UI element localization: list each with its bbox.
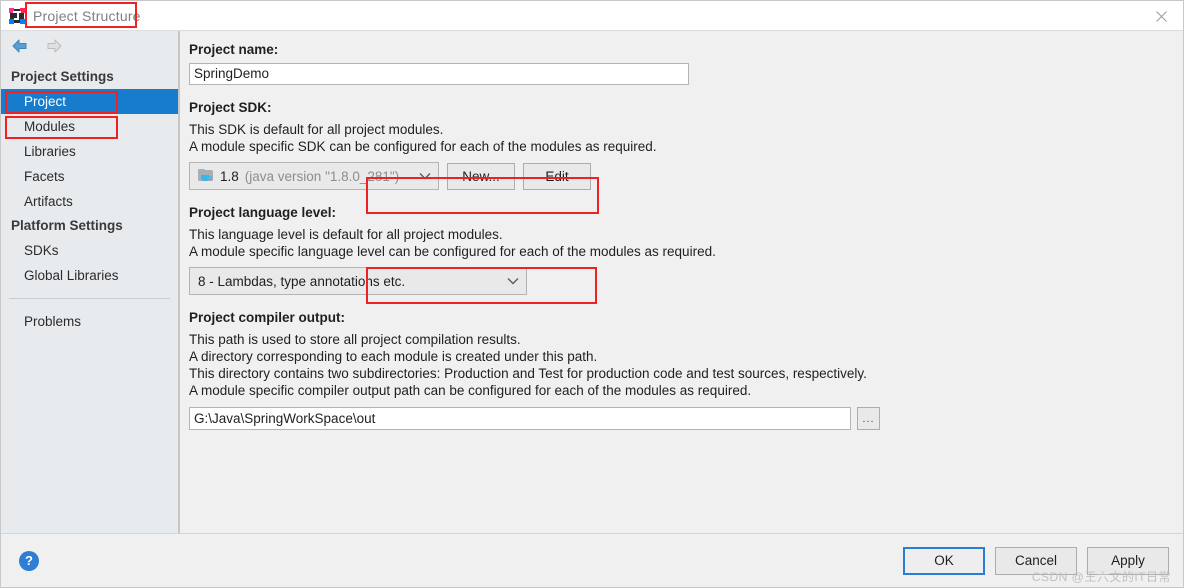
project-sdk-desc-2: A module specific SDK can be configured …	[189, 139, 657, 154]
language-level-desc-2: A module specific language level can be …	[189, 244, 716, 259]
ok-button[interactable]: OK	[903, 546, 985, 575]
compiler-output-input[interactable]: G:\Java\SpringWorkSpace\out	[189, 407, 851, 430]
sidebar-item-global-libraries[interactable]: Global Libraries	[1, 263, 178, 288]
close-glyph	[1155, 10, 1167, 22]
sidebar-group-platform-settings: Platform Settings	[11, 218, 123, 233]
project-sdk-value: 1.8 (java version "1.8.0_281")	[190, 169, 412, 184]
language-level-desc-1: This language level is default for all p…	[189, 227, 503, 242]
language-level-combobox[interactable]: 8 - Lambdas, type annotations etc.	[189, 267, 527, 295]
project-structure-dialog: Project Structure Project Settings Proje…	[0, 0, 1184, 588]
sidebar-item-modules[interactable]: Modules	[1, 114, 178, 139]
language-level-section: Project language level: This language le…	[189, 204, 1165, 295]
compiler-output-section: Project compiler output: This path is us…	[189, 309, 1165, 430]
project-name-label: Project name:	[189, 42, 279, 57]
sidebar: Project Settings Project Modules Librari…	[1, 31, 180, 533]
project-sdk-combobox[interactable]: 1.8 (java version "1.8.0_281")	[189, 162, 439, 190]
sidebar-list: Project Settings Project Modules Librari…	[1, 61, 178, 334]
arrow-left-icon[interactable]	[11, 38, 31, 54]
project-sdk-version: (java version "1.8.0_281")	[244, 168, 400, 184]
dialog-footer: ? OK Cancel Apply CSDN @王六文的IT日常	[1, 533, 1183, 587]
compiler-output-desc-3: This directory contains two subdirectori…	[189, 366, 867, 381]
chevron-down-icon[interactable]	[500, 268, 526, 294]
project-sdk-section: Project SDK: This SDK is default for all…	[189, 99, 1165, 190]
project-name-input[interactable]: SpringDemo	[189, 63, 689, 85]
sidebar-item-project[interactable]: Project	[1, 89, 178, 114]
compiler-output-controls: G:\Java\SpringWorkSpace\out ...	[189, 407, 1165, 430]
sidebar-item-facets[interactable]: Facets	[1, 164, 178, 189]
edit-sdk-button[interactable]: Edit	[523, 162, 591, 190]
close-icon[interactable]	[1149, 5, 1173, 27]
browse-folder-button[interactable]: ...	[857, 407, 880, 430]
new-sdk-button[interactable]: New...	[447, 162, 515, 190]
project-sdk-name: 1.8	[220, 168, 239, 184]
sidebar-group-project-settings: Project Settings	[11, 69, 114, 84]
content-panel: Project name: SpringDemo Project SDK: Th…	[180, 31, 1183, 533]
project-sdk-desc-1: This SDK is default for all project modu…	[189, 122, 444, 137]
dialog-body: Project Settings Project Modules Librari…	[1, 31, 1183, 533]
sidebar-divider	[9, 298, 170, 299]
language-level-value: 8 - Lambdas, type annotations etc.	[198, 273, 406, 289]
watermark-text: CSDN @王六文的IT日常	[1031, 570, 1171, 584]
arrow-right-icon	[43, 38, 63, 54]
help-button[interactable]: ?	[19, 550, 39, 571]
sidebar-navigation	[1, 31, 178, 61]
project-sdk-controls: 1.8 (java version "1.8.0_281") New... Ed…	[189, 162, 1165, 190]
sidebar-item-libraries[interactable]: Libraries	[1, 139, 178, 164]
sidebar-item-artifacts[interactable]: Artifacts	[1, 189, 178, 214]
project-sdk-label: Project SDK:	[189, 100, 272, 115]
sidebar-item-sdks[interactable]: SDKs	[1, 238, 178, 263]
compiler-output-desc-4: A module specific compiler output path c…	[189, 383, 752, 398]
window-title: Project Structure	[33, 7, 141, 24]
compiler-output-desc-1: This path is used to store all project c…	[189, 332, 521, 347]
compiler-output-desc-2: A directory corresponding to each module…	[189, 349, 598, 364]
intellij-idea-icon	[9, 7, 25, 24]
jdk-folder-icon	[198, 169, 214, 183]
language-level-label: Project language level:	[189, 205, 337, 220]
sidebar-item-problems[interactable]: Problems	[1, 309, 178, 334]
compiler-output-label: Project compiler output:	[189, 310, 346, 325]
title-bar: Project Structure	[1, 1, 1183, 31]
chevron-down-icon[interactable]	[412, 163, 438, 189]
